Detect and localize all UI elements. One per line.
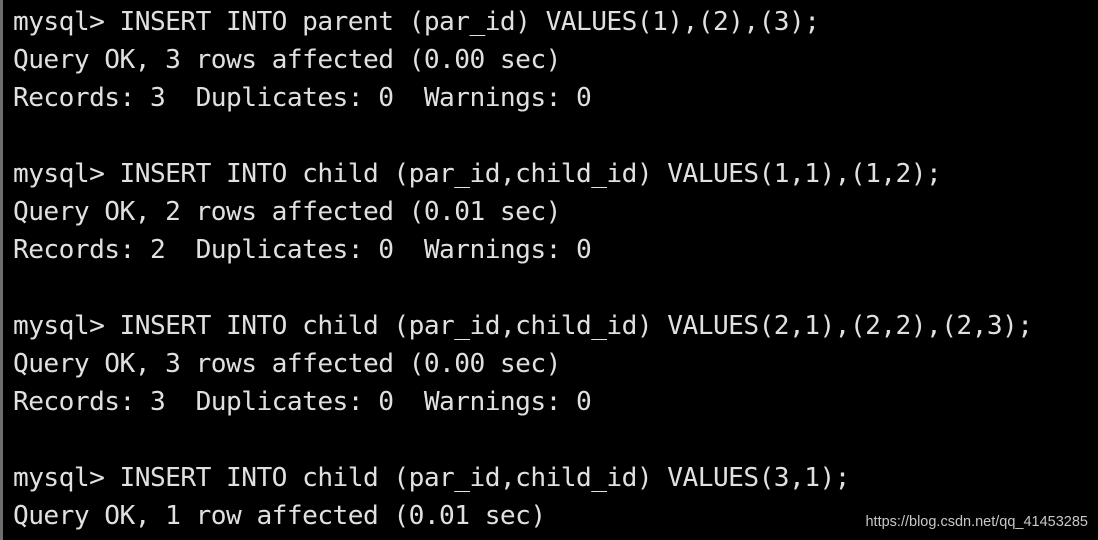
output-line: Query OK, 3 rows affected (0.00 sec) [13, 349, 561, 379]
watermark: https://blog.csdn.net/qq_41453285 [865, 514, 1088, 530]
terminal-output: mysql> INSERT INTO parent (par_id) VALUE… [13, 3, 1033, 535]
output-line: Query OK, 2 rows affected (0.01 sec) [13, 197, 561, 227]
terminal-window[interactable]: mysql> INSERT INTO parent (par_id) VALUE… [0, 0, 1098, 540]
command-line: mysql> INSERT INTO child (par_id,child_i… [13, 159, 942, 189]
command-line: mysql> INSERT INTO child (par_id,child_i… [13, 463, 850, 493]
output-line: Records: 3 Duplicates: 0 Warnings: 0 [13, 83, 592, 113]
command-line: mysql> INSERT INTO child (par_id,child_i… [13, 311, 1033, 341]
output-line: Query OK, 3 rows affected (0.00 sec) [13, 45, 561, 75]
command-line: mysql> INSERT INTO parent (par_id) VALUE… [13, 7, 820, 37]
output-line: Records: 3 Duplicates: 0 Warnings: 0 [13, 387, 592, 417]
output-line: Records: 2 Duplicates: 0 Warnings: 0 [13, 235, 592, 265]
